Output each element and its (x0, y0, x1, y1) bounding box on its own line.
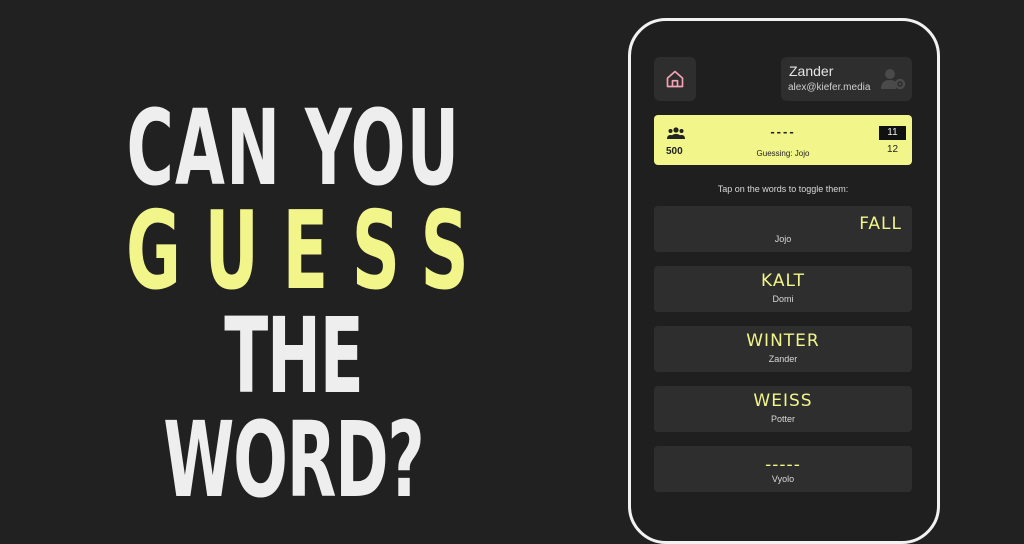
word-card-player: Vyolo (771, 474, 795, 484)
word-card-5[interactable]: ----- Vyolo (654, 446, 912, 492)
home-button[interactable] (654, 57, 696, 101)
user-email: alex@kiefer.media (788, 82, 871, 93)
word-card-word: WEISS (753, 391, 813, 411)
word-card-player: Potter (770, 414, 795, 424)
word-card-4[interactable]: WEISS Potter (654, 386, 912, 432)
word-card-word: KALT (761, 271, 805, 291)
toggle-hint: Tap on the words to toggle them: (717, 184, 849, 194)
headline-line-3: THE WORD? (163, 295, 425, 521)
headline: CAN YOU GUESS THE WORD? (126, 87, 493, 521)
round-current: 11 (879, 126, 906, 140)
guessing-label: Guessing: Jojo (756, 149, 810, 158)
game-status-bar: 500 ---- Guessing: Jojo 11 12 (654, 115, 912, 165)
word-card-word: WINTER (746, 331, 820, 351)
word-card-3[interactable]: WINTER Zander (654, 326, 912, 372)
word-card-word: ----- (765, 455, 801, 475)
word-card-player: Jojo (774, 234, 792, 244)
word-card-1[interactable]: FALL Jojo (654, 206, 912, 252)
word-card-word: FALL (859, 214, 902, 234)
headline-line-1: CAN YOU (126, 87, 461, 209)
profile-card[interactable]: Zander alex@kiefer.media (781, 57, 912, 101)
word-card-2[interactable]: KALT Domi (654, 266, 912, 312)
user-settings-icon[interactable] (880, 67, 906, 91)
word-card-player: Zander (768, 354, 798, 364)
word-card-player: Domi (772, 294, 794, 304)
user-name: Zander (789, 63, 834, 79)
word-mask: ---- (770, 124, 796, 139)
headline-line-2: GUESS (126, 189, 493, 314)
round-total: 12 (886, 144, 899, 155)
home-icon (666, 70, 684, 88)
